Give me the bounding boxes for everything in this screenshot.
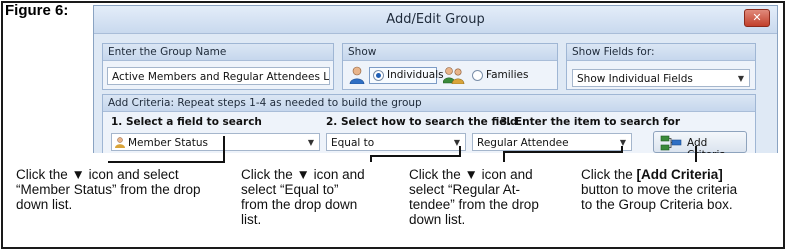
callout-member-status: Click the ▼ icon and select “Member Stat…	[16, 167, 201, 212]
callout-4-line-3: to the Group Criteria box.	[581, 197, 733, 212]
callout-2-line-3: from the drop down	[241, 197, 358, 212]
callout-4-line-2: button to move the criteria	[581, 182, 738, 197]
callout-1-line-1: Click the ▼ icon and select	[16, 167, 179, 182]
connector-line-1	[108, 136, 225, 163]
callout-3-line-1: Click the ▼ icon and	[409, 167, 533, 182]
callout-1-line-2: “Member Status” from the drop	[16, 182, 201, 197]
callout-add-criteria: Click the [Add Criteria] button to move …	[581, 167, 737, 212]
callout-4-line-1-bold: [Add Criteria]	[636, 167, 723, 182]
connector-line-2	[370, 146, 461, 162]
callout-3-line-2: select “Regular At-	[409, 182, 521, 197]
callout-2-line-2: select “Equal to”	[241, 182, 339, 197]
callout-2-line-1: Click the ▼ icon and	[241, 167, 365, 182]
callout-3-line-4: down list.	[409, 212, 466, 227]
callout-regular-attendee: Click the ▼ icon and select “Regular At-…	[409, 167, 539, 227]
callout-3-line-3: tendee” from the drop	[409, 197, 539, 212]
callout-1-line-3: down list.	[16, 197, 73, 212]
callout-4-line-1-pre: Click the	[581, 167, 637, 182]
callout-4-line-1: Click the [Add Criteria]	[581, 167, 737, 182]
connector-line-3	[503, 146, 623, 162]
callout-2-line-4: list.	[241, 212, 262, 227]
callout-equal-to: Click the ▼ icon and select “Equal to” f…	[241, 167, 365, 227]
callout-connectors	[108, 136, 697, 163]
